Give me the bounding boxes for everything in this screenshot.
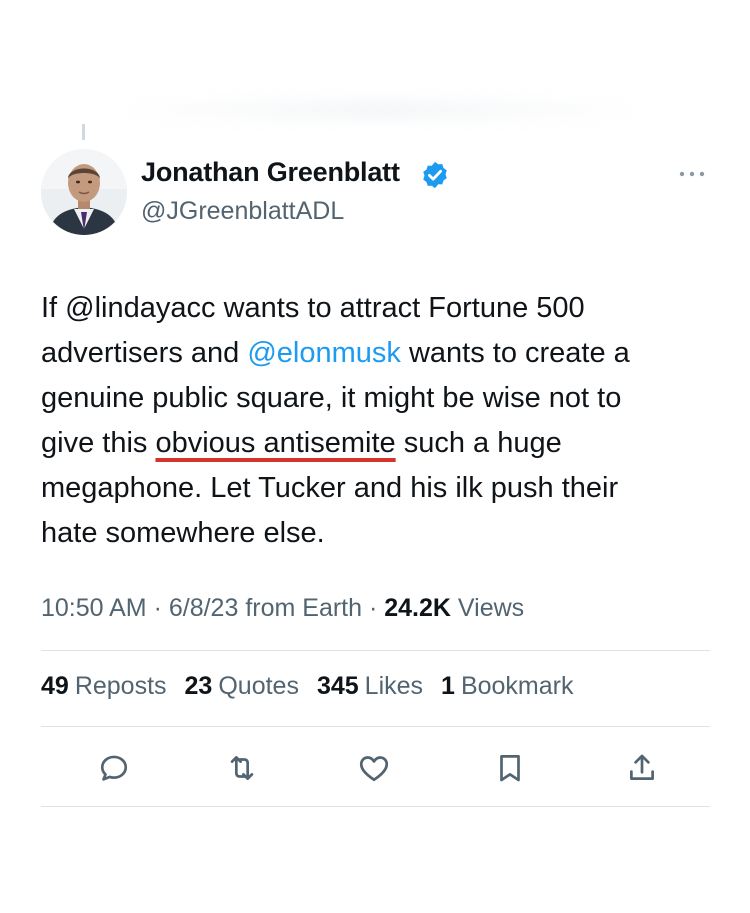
divider — [41, 806, 710, 807]
tweet-line: megaphone. Let Tucker and his ilk push t… — [41, 466, 721, 511]
bookmarks-count: 1 — [441, 672, 455, 700]
tweet-line: genuine public square, it might be wise … — [41, 376, 721, 421]
views-label: Views — [450, 594, 525, 622]
bookmark-button[interactable] — [490, 748, 530, 788]
tweet-source: from Earth — [238, 594, 363, 622]
verified-badge-icon — [423, 161, 447, 189]
bookmarks-label: Bookmark — [460, 672, 574, 700]
more-options-icon[interactable] — [676, 160, 708, 188]
reposts-stat[interactable]: 49 Reposts — [41, 672, 167, 701]
tweet-text: If @lindayacc wants to attract Fortune 5… — [41, 286, 721, 556]
likes-stat[interactable]: 345 Likes — [317, 672, 423, 701]
tweet-text-segment: advertisers and — [41, 337, 248, 369]
reply-icon — [100, 755, 128, 781]
tweet-line: give this obvious antisemite such a huge — [41, 421, 721, 466]
tweet-text-segment: wants to create a — [400, 337, 630, 369]
likes-count: 345 — [316, 672, 359, 700]
tweet-line: If @lindayacc wants to attract Fortune 5… — [41, 286, 721, 331]
tweet-date[interactable]: 6/8/23 — [169, 594, 239, 622]
tweet-metadata: 10:50 AM · 6/8/23 from Earth · 24.2K Vie… — [41, 594, 524, 623]
share-icon — [630, 754, 654, 780]
views-count: 24.2K — [384, 594, 451, 622]
quotes-stat[interactable]: 23 Quotes — [185, 672, 299, 701]
like-button[interactable] — [354, 748, 394, 788]
tweet-time[interactable]: 10:50 AM — [41, 594, 147, 622]
tweet-line: advertisers and @elonmusk wants to creat… — [41, 331, 721, 376]
tweet-text-segment: genuine public square, it might be wise … — [41, 382, 622, 414]
repost-button[interactable] — [222, 748, 262, 788]
mention-link[interactable]: @elonmusk — [247, 337, 401, 369]
share-button[interactable] — [622, 748, 662, 788]
tweet-text-segment: give this — [41, 427, 156, 459]
like-icon — [359, 756, 389, 782]
bookmark-icon — [500, 755, 520, 782]
author-handle[interactable]: @JGreenblattADL — [141, 197, 344, 226]
meta-separator: · — [146, 594, 169, 622]
meta-separator: · — [362, 594, 385, 622]
quotes-label: Quotes — [218, 672, 299, 700]
author-display-name[interactable]: Jonathan Greenblatt — [141, 157, 400, 188]
tweet-text-segment: megaphone. Let Tucker and his ilk push t… — [41, 472, 619, 504]
thread-connector-line — [82, 124, 85, 140]
tweet-text-segment: If @lindayacc wants to attract Fortune 5… — [41, 292, 585, 324]
underlined-phrase: obvious antisemite — [155, 427, 396, 459]
reply-button[interactable] — [94, 748, 134, 788]
tweet-text-segment: hate somewhere else. — [41, 517, 325, 549]
divider — [41, 650, 710, 651]
quotes-count: 23 — [184, 672, 213, 700]
tweet-line: hate somewhere else. — [41, 511, 721, 556]
action-bar — [0, 748, 750, 788]
divider — [41, 726, 710, 727]
tweet-text-segment: such a huge — [395, 427, 562, 459]
profile-photo-icon — [41, 149, 127, 235]
engagement-stats: 49 Reposts 23 Quotes 345 Likes 1 Bookmark — [41, 672, 574, 701]
top-fade — [110, 100, 650, 120]
repost-icon — [230, 756, 254, 780]
likes-label: Likes — [364, 672, 424, 700]
bookmarks-stat[interactable]: 1 Bookmark — [441, 672, 573, 701]
reposts-label: Reposts — [74, 672, 167, 700]
avatar[interactable] — [41, 149, 127, 235]
reposts-count: 49 — [41, 672, 69, 700]
